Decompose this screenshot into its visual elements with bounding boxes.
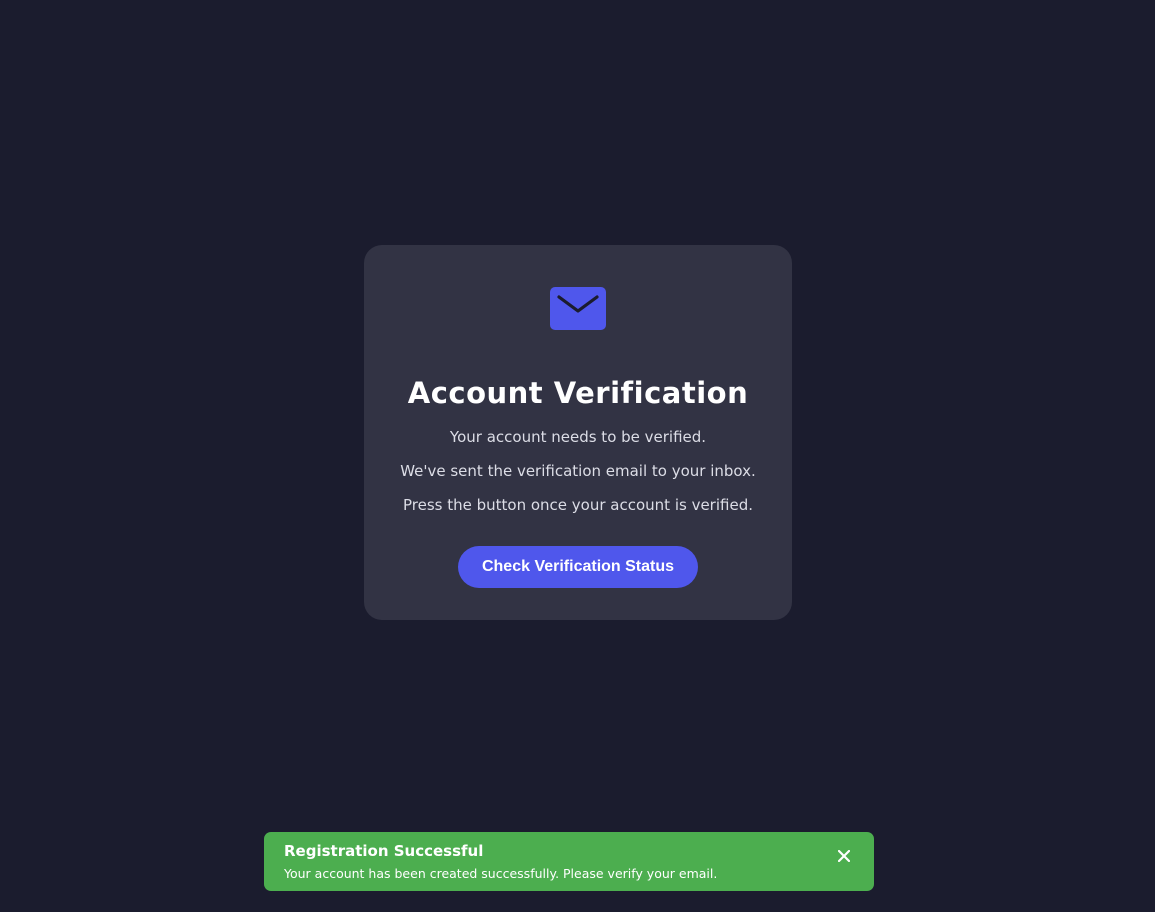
verification-message-3: Press the button once your account is ve… (403, 496, 753, 514)
envelope-icon (550, 287, 606, 330)
page: Account Verification Your account needs … (0, 0, 1155, 912)
verification-message-1: Your account needs to be verified. (449, 428, 707, 446)
page-title: Account Verification (407, 376, 749, 410)
verification-message-2: We've sent the verification email to you… (400, 462, 756, 480)
toast-close-button[interactable] (832, 844, 856, 868)
success-toast: Registration Successful Your account has… (264, 832, 874, 891)
toast-title: Registration Successful (284, 842, 484, 860)
close-icon (838, 850, 850, 862)
toast-message: Your account has been created successful… (284, 866, 718, 881)
verification-card: Account Verification Your account needs … (364, 245, 792, 620)
check-verification-status-button[interactable]: Check Verification Status (458, 546, 698, 588)
